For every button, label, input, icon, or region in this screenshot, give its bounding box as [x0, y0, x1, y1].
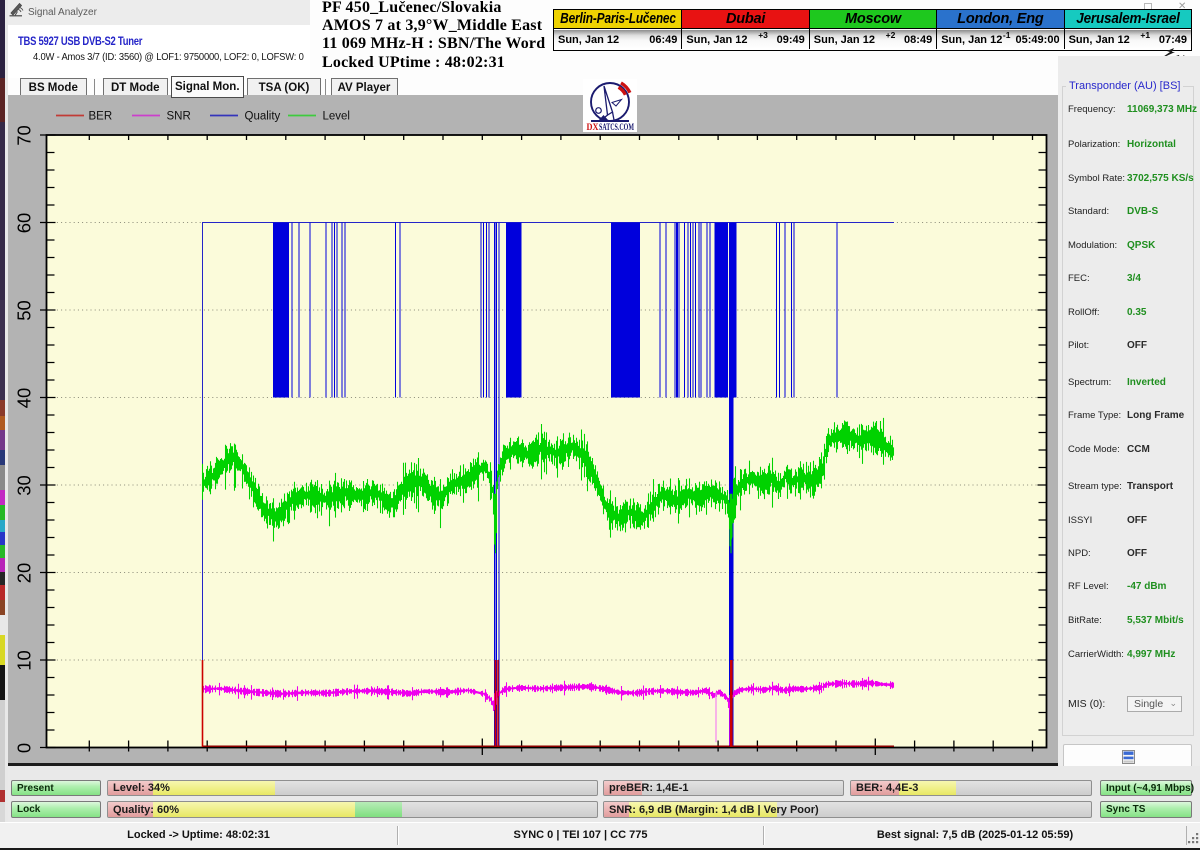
svg-text:DX: DX [587, 122, 599, 132]
svg-text:Quality: Quality [245, 111, 281, 123]
svg-text:60: 60 [14, 213, 35, 234]
svg-text:70: 70 [14, 125, 35, 146]
svg-text:Level: Level [323, 111, 351, 123]
svg-text:0: 0 [14, 743, 35, 753]
svg-text:SATCS.COM: SATCS.COM [599, 122, 634, 132]
svg-text:SNR: SNR [167, 111, 191, 123]
svg-text:40: 40 [14, 388, 35, 409]
svg-text:30: 30 [14, 475, 35, 496]
svg-text:50: 50 [14, 300, 35, 321]
svg-text:20: 20 [14, 563, 35, 584]
svg-text:10: 10 [14, 650, 35, 671]
svg-text:BER: BER [89, 111, 113, 123]
